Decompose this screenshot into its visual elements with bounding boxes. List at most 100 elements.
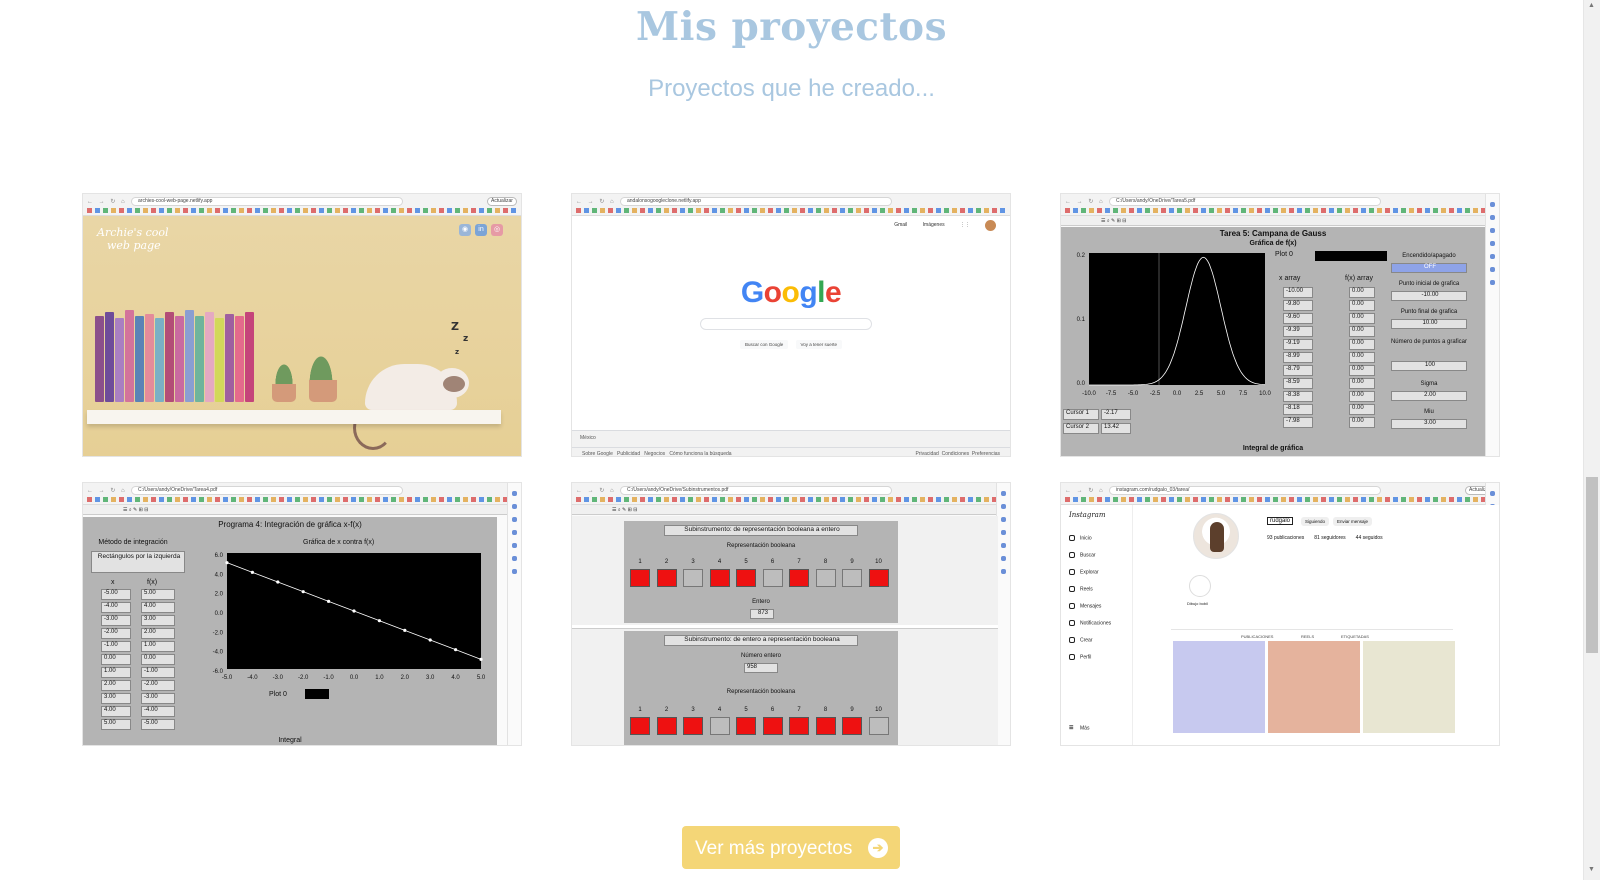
shelf	[87, 410, 501, 424]
leafy-plant	[301, 336, 341, 384]
page-scrollbar[interactable]: ▲ ▼	[1583, 0, 1600, 880]
scroll-down-icon[interactable]: ▼	[1588, 866, 1595, 873]
data-point	[276, 580, 280, 584]
x-array-value: -8.59	[1283, 378, 1313, 389]
book	[215, 318, 224, 402]
bit-number: 2	[664, 559, 669, 565]
profile-picture	[1193, 513, 1239, 559]
google-search-box	[700, 318, 872, 330]
x-array-value: -9.19	[1283, 339, 1313, 350]
nav-icons: ← → ↻ ⌂	[87, 199, 127, 205]
browser-chrome: ← → ↻ ⌂ C:/Users/andy/OneDrive/Tarea4.pd…	[83, 483, 521, 505]
bit-number: 7	[797, 707, 801, 713]
x-tick-label: -2.5	[1150, 391, 1161, 397]
x-value: 3.00	[101, 693, 131, 704]
bit-led-off	[683, 569, 703, 587]
scrollbar-thumb[interactable]	[1586, 477, 1598, 653]
book	[205, 312, 214, 402]
cactus-plant	[269, 350, 299, 384]
x-array-value: -10.00	[1283, 287, 1313, 298]
bit-led-off	[815, 569, 836, 587]
address-bar: C:/Users/andy/OneDrive/Tarea5.pdf	[1109, 197, 1381, 206]
pdf-toolbar: ☰ ⌕ ✎ ⊞ ⊟	[1061, 216, 1499, 226]
data-point	[377, 619, 381, 623]
x-tick-label: -3.0	[273, 675, 284, 681]
nav-item-reels: Reels	[1069, 586, 1093, 592]
nav-item-mas: ☰ Más	[1069, 725, 1090, 732]
book	[155, 318, 164, 402]
browser-chrome: ← → ↻ ⌂ andalonsogoogleclone.netlify.app	[572, 194, 1010, 216]
x-value: -2.00	[101, 628, 131, 639]
x-value: 1.00	[101, 667, 131, 678]
bit-number: 9	[850, 559, 854, 565]
bookmarks-bar	[87, 497, 517, 502]
x-tick-label: -4.0	[247, 675, 258, 681]
fx-value: 3.00	[141, 615, 175, 626]
instagram-icon: ◎	[491, 224, 503, 236]
nav-icons: ← → ↻ ⌂	[576, 199, 616, 205]
profile-stats: 93 publicaciones 81 seguidores 44 seguidos	[1267, 535, 1383, 541]
x-tick-label: 1.0	[375, 675, 384, 681]
bit-number: 4	[717, 559, 722, 565]
book	[115, 318, 124, 402]
bit-number: 10	[875, 559, 882, 565]
bit-led-on	[630, 717, 650, 735]
bit-number: 1	[638, 559, 642, 565]
x-value: -1.00	[101, 641, 131, 652]
google-page: Gmail Imágenes ⋮⋮ Google Buscar con Goog…	[572, 216, 1010, 430]
instagram-page: Instagram Inicio Buscar Explorar Reels M…	[1061, 505, 1499, 745]
x-tick-label: -1.0	[323, 675, 334, 681]
x-value: 0.00	[101, 654, 131, 665]
method-select: Rectángulos por la izquierda	[91, 551, 185, 573]
panel-footer: Integral de gráfica	[1242, 445, 1304, 452]
section-subtitle: Proyectos que he creado...	[648, 75, 935, 102]
profile-username: rudgalo	[1267, 517, 1294, 525]
bit-led-on	[789, 717, 809, 735]
bit-led-on	[736, 569, 756, 587]
x-tick-label: 5.0	[477, 675, 486, 681]
y-tick-label: 0.0	[215, 611, 224, 617]
bit-number: 7	[797, 559, 801, 565]
project-card-google-clone[interactable]: ← → ↻ ⌂ andalonsogoogleclone.netlify.app…	[571, 193, 1011, 457]
x-value: 2.00	[101, 680, 131, 691]
control-value: 100	[1391, 361, 1467, 371]
data-point	[225, 561, 229, 565]
project-card-instagram[interactable]: ← → ↻ ⌂ instagram.com/rudgalo_03/tarea/ …	[1060, 482, 1500, 746]
x-tick-label: -5.0	[222, 675, 233, 681]
control-label: Encendido/apagado	[1402, 253, 1456, 259]
bit-number: 6	[770, 707, 775, 713]
following-button: Siguiendo	[1301, 517, 1330, 526]
bit-led-off	[762, 569, 783, 587]
bit-number: 4	[717, 707, 722, 713]
chart-title: Gráfica de f(x)	[1249, 240, 1297, 247]
integration-front-panel: Programa 4: Integración de gráfica x-f(x…	[83, 517, 497, 745]
bit-led-on	[842, 717, 862, 735]
fx-value: 4.00	[141, 602, 175, 613]
plot-legend	[1315, 251, 1387, 261]
gauss-chart: 0.2 0.1 0.0 -10.0 -7.5 -5.0 -2.5 0.0 2.5 5.0 7.5 1…	[1077, 253, 1271, 397]
x-value: -5.00	[101, 589, 131, 600]
x-array-value: -8.99	[1283, 352, 1313, 363]
scroll-up-icon[interactable]: ▲	[1588, 2, 1595, 9]
fx-array-value: 0.00	[1349, 326, 1375, 337]
nav-item-crear: Crear	[1069, 637, 1093, 643]
project-card-campana-gauss[interactable]: ← → ↻ ⌂ C:/Users/andy/OneDrive/Tarea5.pd…	[1060, 193, 1500, 457]
more-projects-button[interactable]: Ver más proyectos ➔	[682, 826, 900, 869]
x-array-value: -9.39	[1283, 326, 1313, 337]
address-bar: C:/Users/andy/OneDrive/Tarea4.pdf	[131, 486, 403, 495]
fx-value: 2.00	[141, 628, 175, 639]
data-point	[301, 590, 305, 594]
nav-item-inicio: Inicio	[1069, 535, 1092, 541]
y-tick-label: 0.2	[1077, 253, 1086, 259]
bit-number: 8	[823, 559, 828, 565]
x-array-value: -8.18	[1283, 404, 1313, 415]
gauss-front-panel: Tarea 5: Campana de Gauss Gráfica de f(x…	[1061, 227, 1485, 456]
cat-face	[443, 376, 465, 392]
project-card-integracion[interactable]: ← → ↻ ⌂ C:/Users/andy/OneDrive/Tarea4.pd…	[82, 482, 522, 746]
project-card-subinstrumentos[interactable]: ← → ↻ ⌂ C:/Users/andy/OneDrive/Subinstru…	[571, 482, 1011, 746]
bit-led-on	[815, 717, 836, 735]
y-tick-label: 6.0	[215, 553, 224, 559]
search-buttons: Buscar con Google Voy a tener suerte	[572, 340, 1010, 349]
google-footer: México Sobre Google Publicidad Negocios …	[572, 430, 1010, 456]
project-card-archies-web-page[interactable]: ← → ↻ ⌂ archies-cool-web-page.netlify.ap…	[82, 193, 522, 457]
